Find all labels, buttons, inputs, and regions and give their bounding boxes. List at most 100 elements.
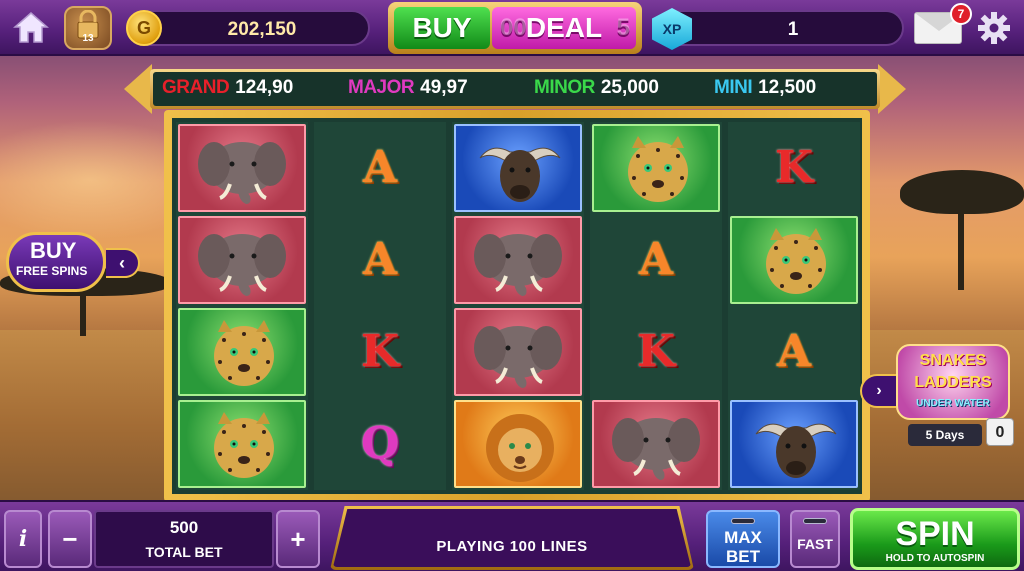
symbol-elephant xyxy=(454,216,582,304)
increase-bet-button[interactable]: + xyxy=(276,510,320,568)
snakes-ladders-logo[interactable]: SNAKES LADDERS UNDER WATER xyxy=(896,344,1010,420)
symbol-buffalo xyxy=(730,400,858,488)
lion-icon xyxy=(470,410,570,482)
xp-value: 1 xyxy=(787,19,799,40)
jackpot-minor: MINOR 25,000 xyxy=(534,77,659,101)
buy-free-spins-line2: FREE SPINS xyxy=(16,264,88,278)
symbol-a: A xyxy=(638,234,674,285)
total-bet-value: 500 xyxy=(169,518,199,537)
buffalo-icon xyxy=(470,134,570,206)
symbol-elephant xyxy=(454,308,582,396)
jackpot-bar-left-tip xyxy=(124,64,152,114)
elephant-icon xyxy=(194,226,294,298)
level-lock-badge[interactable]: 13 xyxy=(64,6,112,50)
symbol-leopard xyxy=(178,400,306,488)
top-bar: 13 G 202,150 BUY 00 DEAL 5 XP 1 7 xyxy=(0,0,1024,56)
symbol-leopard xyxy=(178,308,306,396)
snakes-ladders-promo[interactable]: › SNAKES LADDERS UNDER WATER 5 Days 0 xyxy=(860,344,1020,448)
fast-label: FAST xyxy=(797,536,833,552)
elephant-icon xyxy=(470,226,570,298)
jackpot-label: MINOR xyxy=(534,77,595,98)
max-bet-line2: BET xyxy=(726,547,760,566)
settings-button[interactable] xyxy=(976,10,1012,46)
symbol-leopard xyxy=(730,216,858,304)
promo-count: 0 xyxy=(986,418,1014,446)
reel-column: AAKQ xyxy=(314,122,446,490)
buy-deal-panel: BUY 00 DEAL 5 xyxy=(388,2,642,54)
elephant-icon xyxy=(608,410,708,482)
symbol-a: A xyxy=(362,234,398,285)
elephant-icon xyxy=(470,318,570,390)
symbol-elephant xyxy=(592,400,720,488)
decrease-bet-button[interactable]: − xyxy=(48,510,92,568)
home-icon xyxy=(13,12,49,43)
buy-free-spins-button[interactable]: BUY FREE SPINS ‹ xyxy=(6,232,140,292)
spin-button[interactable]: SPIN HOLD TO AUTOSPIN xyxy=(850,508,1020,570)
reel-frame: AAKQAKKA xyxy=(164,110,870,502)
mail-count-badge: 7 xyxy=(950,3,972,25)
jackpot-value: 25,000 xyxy=(600,77,659,98)
buy-button[interactable]: BUY xyxy=(394,7,490,49)
info-button[interactable]: i xyxy=(4,510,42,568)
symbol-k: K xyxy=(636,326,676,377)
level-number: 13 xyxy=(82,33,94,44)
jackpot-bar-right-tip xyxy=(878,64,906,114)
jackpot-label: GRAND xyxy=(162,77,230,98)
jackpot-mini: MINI 12,500 xyxy=(714,77,816,101)
fast-indicator xyxy=(803,518,827,524)
coin-icon: G xyxy=(126,10,162,46)
lines-text: PLAYING 100 LINES xyxy=(436,538,588,555)
jackpot-label: MAJOR xyxy=(348,77,415,98)
symbol-lion xyxy=(454,400,582,488)
elephant-icon xyxy=(194,134,294,206)
symbol-elephant xyxy=(178,216,306,304)
total-bet-label: TOTAL BET xyxy=(145,544,223,560)
leopard-icon xyxy=(608,134,708,206)
deal-timer-right: 5 xyxy=(616,14,630,41)
slot-reels: AAKQAKKA xyxy=(172,118,862,494)
deal-label: DEAL xyxy=(525,12,603,43)
symbol-leopard xyxy=(592,124,720,212)
promo-line3: UNDER WATER xyxy=(916,398,990,409)
jackpot-bar: GRAND 124,90 MAJOR 49,97 MINOR 25,000 MINI 1… xyxy=(124,64,906,114)
deal-timer-left: 00 xyxy=(500,14,527,41)
leopard-icon xyxy=(194,318,294,390)
chevron-left-icon[interactable]: ‹ xyxy=(106,248,140,278)
promo-line1: SNAKES xyxy=(919,352,987,369)
acacia-tree-right xyxy=(900,170,1024,290)
max-bet-line1: MAX xyxy=(724,528,762,547)
max-bet-indicator xyxy=(731,518,755,524)
deal-button[interactable]: 00 DEAL 5 xyxy=(492,7,636,49)
promo-days-left: 5 Days xyxy=(908,424,982,446)
symbol-a: A xyxy=(776,326,812,377)
lines-text-wrap: PLAYING 100 LINES xyxy=(330,506,694,570)
symbol-a: A xyxy=(362,142,398,193)
spin-sub-label: HOLD TO AUTOSPIN xyxy=(885,553,985,564)
reel-column xyxy=(452,122,584,490)
xp-icon: XP xyxy=(652,8,692,50)
leopard-icon xyxy=(746,226,846,298)
total-bet-display: 500 TOTAL BET xyxy=(94,510,274,568)
spin-label: SPIN xyxy=(895,515,975,553)
symbol-buffalo xyxy=(454,124,582,212)
max-bet-button[interactable]: MAX BET xyxy=(706,510,780,568)
bottom-bar: i − 500 TOTAL BET + PLAYING 100 LINES MA… xyxy=(0,500,1024,571)
xp-bar: XP 1 xyxy=(652,8,904,50)
symbol-k: K xyxy=(774,142,814,193)
symbol-q: Q xyxy=(360,418,400,469)
promo-line2: LADDERS xyxy=(914,374,992,391)
gear-icon xyxy=(978,12,1010,44)
fast-button[interactable]: FAST xyxy=(790,510,840,568)
home-button[interactable] xyxy=(12,10,50,46)
buy-free-spins-line1: BUY xyxy=(30,238,77,263)
leopard-icon xyxy=(194,410,294,482)
symbol-elephant xyxy=(178,124,306,212)
reel-column: AK xyxy=(590,122,722,490)
chevron-right-icon[interactable]: › xyxy=(860,374,896,408)
jackpot-value: 49,97 xyxy=(420,77,468,98)
jackpot-label: MINI xyxy=(714,77,753,98)
coin-balance-value: 202,150 xyxy=(227,19,297,40)
coin-balance: G 202,150 xyxy=(126,10,370,46)
reel-column xyxy=(176,122,308,490)
jackpot-value: 12,500 xyxy=(758,77,817,98)
